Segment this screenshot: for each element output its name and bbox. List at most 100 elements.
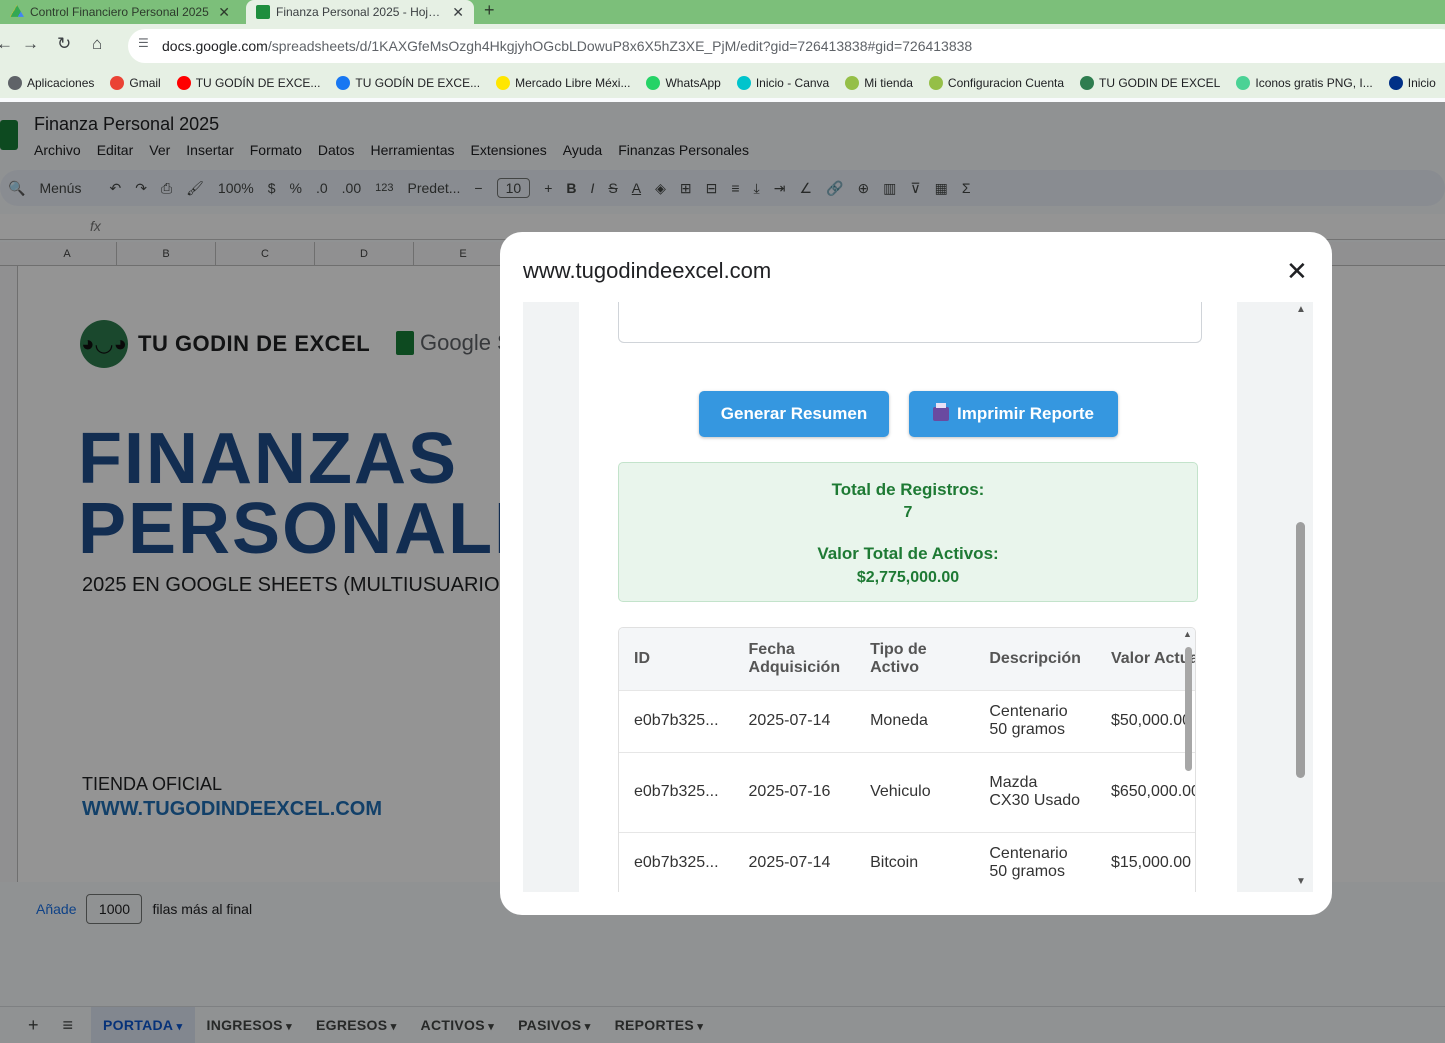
whatsapp-icon xyxy=(646,76,661,90)
cell-id: e0b7b325... xyxy=(619,751,734,832)
close-icon[interactable]: ✕ xyxy=(1286,256,1308,287)
godin-icon xyxy=(1080,76,1094,90)
table-row: e0b7b325... 2025-07-14 Bitcoin Centenari… xyxy=(619,831,1195,892)
table-row: e0b7b325... 2025-07-16 Vehiculo Mazda CX… xyxy=(619,751,1195,832)
dialog-scrollbar[interactable]: ▲ ▼ xyxy=(1290,302,1312,892)
summary-box: Total de Registros: 7 Valor Total de Act… xyxy=(618,462,1198,602)
bookmark-label: Inicio xyxy=(1407,76,1436,90)
column-header-descripcion: Descripción xyxy=(989,649,1081,667)
close-icon[interactable]: ✕ xyxy=(452,4,464,21)
url-path: /spreadsheets/d/1KAXGfeMsOzgh4HkgjyhOGcb… xyxy=(267,38,973,54)
table-scroll-thumb[interactable] xyxy=(1185,647,1192,771)
browser-tab-control-financiero[interactable]: Control Financiero Personal 2025 ✕ xyxy=(0,0,240,24)
bookmark-item[interactable]: Aplicaciones xyxy=(0,76,102,90)
table-header-row: ID Fecha Adquisición Tipo de Activo Desc… xyxy=(619,628,1195,690)
dialog-content-frame: Generar Resumen Imprimir Reporte Total d… xyxy=(523,302,1313,892)
total-records-label: Total de Registros: xyxy=(831,480,985,499)
bookmark-label: Aplicaciones xyxy=(27,76,95,90)
column-header-tipo: Tipo de Activo xyxy=(870,640,927,676)
printer-icon xyxy=(933,403,949,421)
mercadolibre-icon xyxy=(496,76,511,90)
paypal-icon xyxy=(1388,76,1403,90)
generate-summary-label: Generar Resumen xyxy=(720,404,868,423)
report-panel: Generar Resumen Imprimir Reporte Total d… xyxy=(579,302,1237,892)
dialog-scroll-thumb[interactable] xyxy=(1296,522,1305,778)
drive-icon xyxy=(10,5,24,17)
tab-title: Finanza Personal 2025 - Hojas de cálculo xyxy=(276,5,446,19)
total-assets-label: Valor Total de Activos: xyxy=(817,544,999,563)
flaticon-icon xyxy=(1236,76,1251,90)
cell-fecha: 2025-07-16 xyxy=(733,751,856,832)
dialog-title: www.tugodindeexcel.com xyxy=(523,258,772,283)
apps-grid-icon xyxy=(8,76,22,90)
print-report-label: Imprimir Reporte xyxy=(957,404,1094,423)
assets-table: ID Fecha Adquisición Tipo de Activo Desc… xyxy=(619,628,1195,892)
bookmark-item[interactable]: Gmail xyxy=(102,76,168,90)
cell-tipo: Moneda xyxy=(855,689,975,752)
filter-input[interactable] xyxy=(618,302,1202,343)
bookmark-item[interactable]: TU GODÍN DE EXCE... xyxy=(328,76,488,90)
tab-title: Control Financiero Personal 2025 xyxy=(30,5,209,19)
scroll-up-icon[interactable]: ▲ xyxy=(1296,304,1306,315)
print-report-button[interactable]: Imprimir Reporte xyxy=(909,391,1118,437)
new-tab-button[interactable]: + xyxy=(484,0,495,20)
site-settings-icon[interactable]: ☰ xyxy=(138,36,149,50)
youtube-icon xyxy=(176,76,191,90)
bookmark-item[interactable]: Configuracion Cuenta xyxy=(921,76,1072,90)
shopify-icon xyxy=(845,76,860,90)
bookmark-item[interactable]: Inicio xyxy=(1381,76,1444,90)
table-row: e0b7b325... 2025-07-14 Moneda Centenario… xyxy=(619,689,1195,752)
bookmark-item[interactable]: Mi tienda xyxy=(837,76,921,90)
assets-table-container[interactable]: ID Fecha Adquisición Tipo de Activo Desc… xyxy=(618,627,1196,892)
bookmark-item[interactable]: TU GODÍN DE EXCE... xyxy=(169,76,329,90)
gmail-icon xyxy=(110,76,125,90)
address-bar-row: ← → ↻ ⌂ docs.google.com/spreadsheets/d/1… xyxy=(0,24,1445,68)
column-header-fecha: Fecha Adquisición xyxy=(748,640,841,676)
cell-id: e0b7b325... xyxy=(619,689,734,752)
generate-summary-button[interactable]: Generar Resumen xyxy=(699,391,889,437)
total-assets-value: $2,775,000.00 xyxy=(856,569,960,586)
bookmark-label: WhatsApp xyxy=(665,76,721,90)
column-header-id: ID xyxy=(634,649,650,667)
bookmark-label: Inicio - Canva xyxy=(755,76,830,90)
cell-id: e0b7b325... xyxy=(619,831,734,892)
bookmark-label: TU GODIN DE EXCEL xyxy=(1099,76,1221,90)
back-icon[interactable]: ← xyxy=(0,34,13,54)
bookmarks-bar: Aplicaciones Gmail TU GODÍN DE EXCE... TU G… xyxy=(0,68,1445,98)
cell-valor: $650,000.00 xyxy=(1095,751,1195,832)
bookmark-item[interactable]: TU GODIN DE EXCEL xyxy=(1072,76,1228,90)
home-icon[interactable]: ⌂ xyxy=(92,34,102,54)
facebook-icon xyxy=(336,76,351,90)
bookmark-item[interactable]: Inicio - Canva xyxy=(729,76,837,90)
bookmark-label: Mi tienda xyxy=(864,76,913,90)
bookmark-label: Mercado Libre Méxi... xyxy=(515,76,631,90)
bookmark-label: TU GODÍN DE EXCE... xyxy=(355,76,481,90)
bookmark-item[interactable]: WhatsApp xyxy=(638,76,728,90)
scroll-up-icon[interactable]: ▲ xyxy=(1183,629,1192,639)
cell-descripcion: Centenario 50 gramos xyxy=(974,689,1096,752)
url-input[interactable]: docs.google.com/spreadsheets/d/1KAXGfeMs… xyxy=(128,29,1445,63)
bookmark-label: Configuracion Cuenta xyxy=(947,76,1064,90)
cell-tipo: Bitcoin xyxy=(855,831,975,892)
forward-icon[interactable]: → xyxy=(22,34,39,54)
report-dialog: www.tugodindeexcel.com ✕ Generar Resumen… xyxy=(500,232,1332,915)
cell-valor: $50,000.00 xyxy=(1095,689,1195,752)
bookmark-item[interactable]: Iconos gratis PNG, I... xyxy=(1228,76,1380,90)
cell-descripcion: Mazda CX30 Usado xyxy=(974,751,1096,832)
browser-tab-finanza-personal[interactable]: Finanza Personal 2025 - Hojas de cálculo… xyxy=(246,0,474,24)
cell-valor: $15,000.00 xyxy=(1095,831,1195,892)
scroll-down-icon[interactable]: ▼ xyxy=(1296,876,1306,887)
browser-tab-strip: Control Financiero Personal 2025 ✕ Finan… xyxy=(0,0,1445,24)
close-icon[interactable]: ✕ xyxy=(218,4,230,21)
table-scrollbar[interactable]: ▲ xyxy=(1182,629,1194,892)
cell-tipo: Vehiculo xyxy=(855,751,975,832)
bookmark-label: Gmail xyxy=(129,76,161,90)
reload-icon[interactable]: ↻ xyxy=(57,34,71,54)
bookmark-item[interactable]: Mercado Libre Méxi... xyxy=(488,76,638,90)
cell-descripcion: Centenario 50 gramos xyxy=(974,831,1096,892)
sheets-icon xyxy=(256,5,270,19)
bookmark-label: Iconos gratis PNG, I... xyxy=(1255,76,1373,90)
canva-icon xyxy=(736,76,751,90)
bookmark-label: TU GODÍN DE EXCE... xyxy=(195,76,321,90)
url-host: docs.google.com xyxy=(162,38,268,54)
